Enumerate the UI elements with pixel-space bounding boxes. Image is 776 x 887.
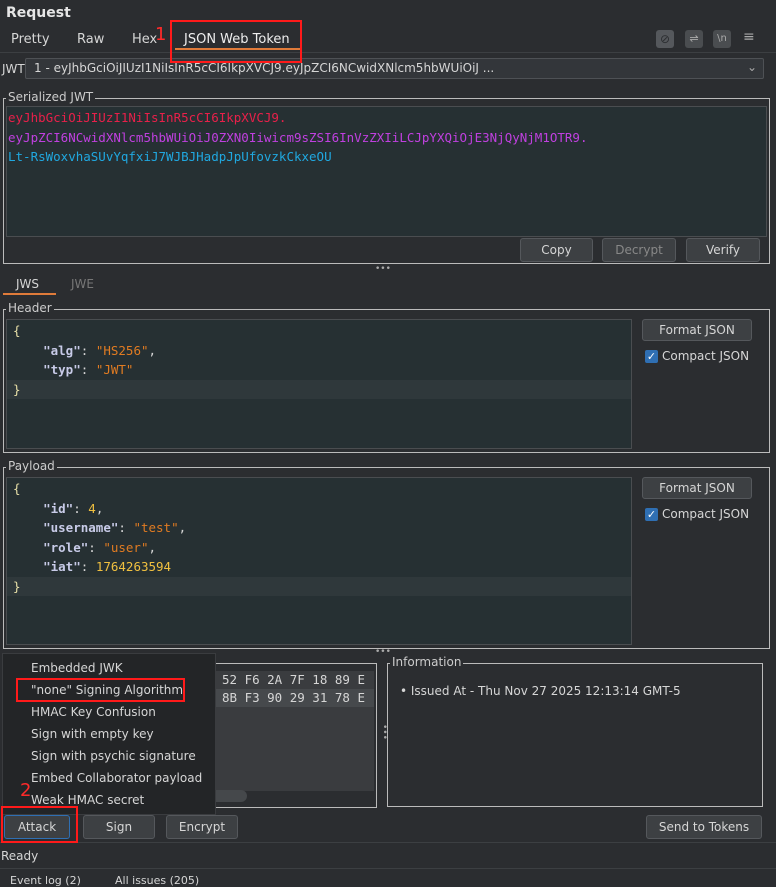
event-log-link[interactable]: Event log (2) — [10, 874, 81, 887]
menu-item-sign-empty-key[interactable]: Sign with empty key — [31, 727, 154, 741]
payload-compact-json-checkbox[interactable]: ✓ Compact JSON — [645, 507, 749, 521]
panel-title: Request — [6, 5, 71, 21]
header-editor[interactable]: { "alg": "HS256", "typ": "JWT" } — [6, 319, 632, 449]
header-format-json-button[interactable]: Format JSON — [642, 319, 752, 341]
json-entry: "role": "user", — [43, 539, 157, 555]
json-entry: "iat": 1764263594 — [43, 559, 172, 574]
menu-item-hmac-key-confusion[interactable]: HMAC Key Confusion — [31, 705, 156, 719]
json-entry: "alg": "HS256", — [43, 342, 157, 358]
brace-close: } — [7, 379, 631, 399]
decrypt-button[interactable]: Decrypt — [602, 238, 676, 262]
brace-open: { — [13, 481, 21, 496]
splitter-handle[interactable]: ••• — [375, 647, 391, 657]
payload-format-json-button[interactable]: Format JSON — [642, 477, 752, 499]
subtab-jwe[interactable]: JWE — [71, 277, 94, 291]
compact-json-label: Compact JSON — [662, 349, 750, 363]
jwt-header-part: eyJhbGciOiJIUzI1NiIsInR5cCI6IkpXVCJ9. — [8, 110, 287, 125]
menu-item-weak-hmac-secret[interactable]: Weak HMAC secret — [31, 793, 144, 807]
newline-icon[interactable]: \n — [713, 30, 731, 48]
annotation-box-json-web-token — [170, 20, 302, 63]
status-divider — [0, 842, 776, 843]
menu-item-psychic-signature[interactable]: Sign with psychic signature — [31, 749, 196, 763]
send-to-tokens-button[interactable]: Send to Tokens — [646, 815, 762, 839]
wrap-icon[interactable]: ⇌ — [685, 30, 703, 48]
annotation-box-attack — [1, 806, 78, 843]
jwt-select[interactable]: 1 - eyJhbGciOiJIUzI1NiIsInR5cCI6IkpXVCJ9… — [25, 58, 764, 79]
chevron-down-icon: ⌄ — [746, 60, 757, 74]
serialized-jwt-legend: Serialized JWT — [6, 90, 96, 104]
hide-icon[interactable]: ⊘ — [656, 30, 674, 48]
payload-legend: Payload — [6, 459, 57, 473]
copy-button[interactable]: Copy — [520, 238, 593, 262]
serialized-jwt-editor[interactable]: eyJhbGciOiJIUzI1NiIsInR5cCI6IkpXVCJ9. ey… — [6, 106, 767, 237]
information-item: • Issued At - Thu Nov 27 2025 12:13:14 G… — [400, 684, 681, 698]
checkmark-icon: ✓ — [645, 508, 658, 521]
tabs-divider — [0, 52, 776, 53]
subtab-jws[interactable]: JWS — [16, 277, 39, 291]
brace-open: { — [13, 323, 21, 338]
json-entry: "typ": "JWT" — [43, 362, 134, 377]
payload-editor[interactable]: { "id": 4, "username": "test", "role": "… — [6, 477, 632, 645]
menu-icon[interactable]: ≡ — [743, 29, 755, 45]
annotation-label-1: 1 — [155, 24, 167, 45]
menu-item-embedded-jwk[interactable]: Embedded JWK — [31, 661, 123, 675]
verify-button[interactable]: Verify — [686, 238, 760, 262]
jwt-payload-part: eyJpZCI6NCwidXNlcm5hbWUiOiJ0ZXN0Iiwicm9s… — [8, 129, 588, 145]
tab-pretty[interactable]: Pretty — [11, 32, 50, 47]
tab-raw[interactable]: Raw — [77, 32, 104, 47]
compact-json-label: Compact JSON — [662, 507, 750, 521]
annotation-label-2: 2 — [20, 780, 32, 801]
header-legend: Header — [6, 301, 54, 315]
header-compact-json-checkbox[interactable]: ✓ Compact JSON — [645, 349, 749, 363]
json-entry: "username": "test", — [43, 520, 187, 535]
subtab-underline — [3, 293, 56, 295]
annotation-box-none-algorithm — [16, 678, 185, 702]
encrypt-button[interactable]: Encrypt — [166, 815, 238, 839]
status-text: Ready — [1, 849, 39, 863]
brace-close: } — [7, 576, 631, 596]
splitter-handle[interactable]: ••• — [375, 264, 391, 274]
jwt-select-value: 1 - eyJhbGciOiJIUzI1NiIsInR5cCI6IkpXVCJ9… — [34, 61, 495, 75]
sign-button[interactable]: Sign — [83, 815, 155, 839]
menu-item-embed-collaborator[interactable]: Embed Collaborator payload — [31, 771, 202, 785]
jwt-label: JWT — [2, 62, 25, 76]
checkmark-icon: ✓ — [645, 350, 658, 363]
jwt-signature-part: Lt-RsWoxvhaSUvYqfxiJ7WJBJHadpJpUfovzkCkx… — [8, 149, 332, 164]
all-issues-link[interactable]: All issues (205) — [115, 874, 199, 887]
information-legend: Information — [390, 655, 464, 669]
tab-hex[interactable]: Hex — [132, 32, 157, 47]
json-entry: "id": 4, — [43, 500, 104, 516]
footer-divider — [0, 868, 776, 869]
information-group: Information • Issued At - Thu Nov 27 202… — [387, 655, 763, 807]
